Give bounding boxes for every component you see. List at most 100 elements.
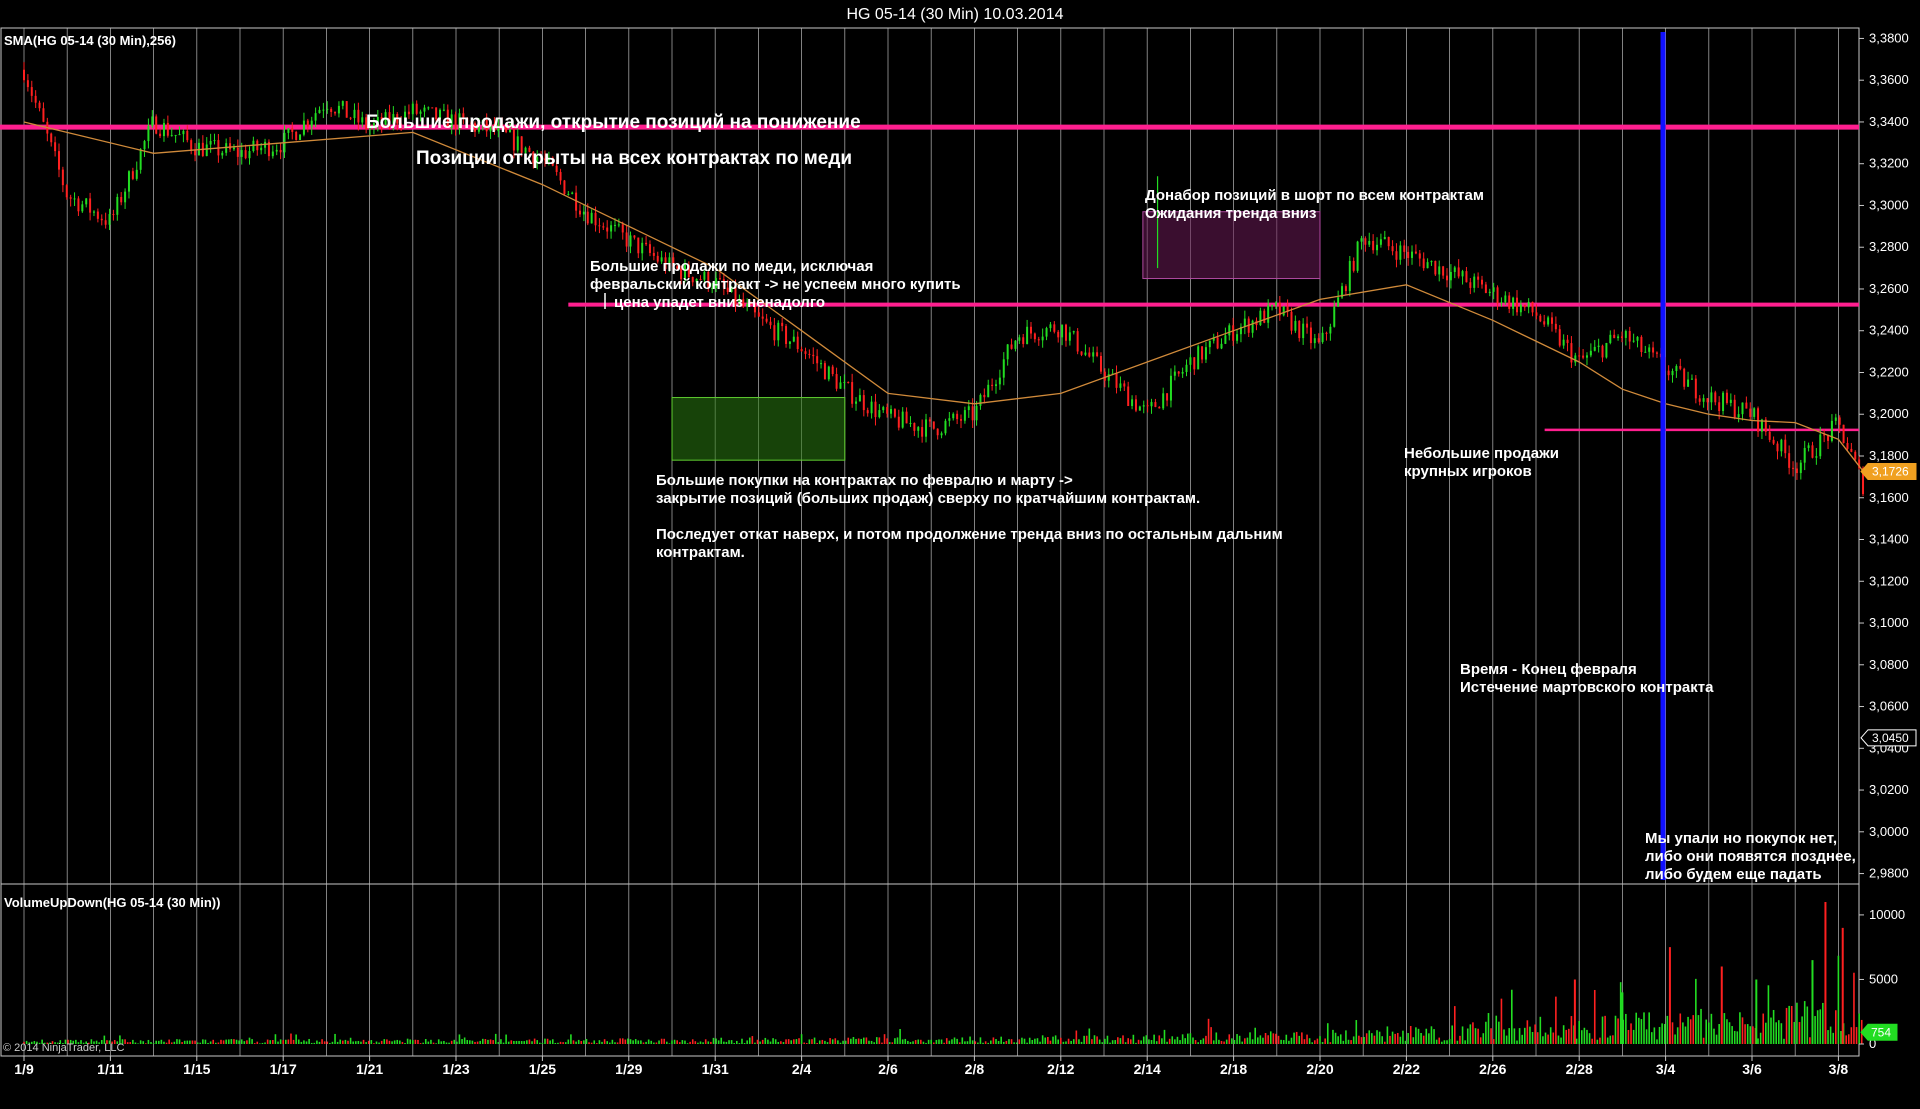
candle-body (1154, 402, 1157, 407)
candle-body (617, 224, 620, 226)
candle-body (948, 418, 951, 421)
candle-body (1811, 445, 1814, 458)
candle-body (143, 141, 146, 150)
candle-body (1772, 439, 1775, 444)
candle-body (162, 122, 165, 137)
candle-body (800, 349, 803, 352)
candle-body (1372, 240, 1375, 251)
candle-body (855, 401, 858, 404)
candle-body (823, 363, 826, 380)
candle-body (1243, 318, 1246, 327)
price-tick-label: 3,1800 (1869, 448, 1909, 463)
time-tick-label: 2/8 (965, 1061, 985, 1077)
candle-body (1628, 331, 1631, 342)
candle-body (1216, 337, 1219, 349)
candle-body (1597, 345, 1600, 347)
candle-body (1197, 346, 1200, 370)
candle-body (1492, 287, 1495, 292)
candle-body (431, 107, 434, 109)
candle-body (1076, 331, 1079, 352)
candle-body (155, 116, 158, 134)
annotation-big-buys-2: закрытие позиций (больших продаж) сверху… (656, 490, 1200, 507)
candle-body (1729, 399, 1732, 403)
candle-body (85, 198, 88, 205)
candle-body (38, 102, 41, 109)
candle-body (1189, 357, 1192, 365)
candle-body (100, 218, 103, 221)
time-tick-label: 3/4 (1656, 1061, 1676, 1077)
candle-body (843, 381, 846, 383)
candle-body (1356, 241, 1359, 271)
candle-body (1718, 402, 1721, 411)
candle-body (987, 384, 990, 398)
candle-body (1041, 336, 1044, 341)
candle-body (112, 214, 115, 216)
candle-body (1434, 260, 1437, 275)
candle-body (1099, 355, 1102, 372)
candle-body (1473, 276, 1476, 288)
candle-body (1500, 302, 1503, 304)
candle-body (1329, 326, 1332, 334)
price-tick-label: 3,1400 (1869, 532, 1909, 547)
price-tick-label: 3,0800 (1869, 657, 1909, 672)
candle-body (1531, 301, 1534, 313)
price-tick-label: 3,3400 (1869, 114, 1909, 129)
price-tick-label: 3,1000 (1869, 615, 1909, 630)
candle-body (1803, 447, 1806, 463)
candle-body (1605, 342, 1608, 358)
candle-body (178, 134, 181, 136)
time-tick-label: 2/26 (1479, 1061, 1506, 1077)
price-tick-label: 3,2200 (1869, 364, 1909, 379)
candle-body (1387, 236, 1390, 247)
candle-body (1690, 378, 1693, 380)
candle-body (186, 130, 189, 141)
candle-body (182, 130, 185, 135)
candle-body (1609, 334, 1612, 343)
candle-body (116, 196, 119, 215)
time-tick-label: 1/29 (615, 1061, 642, 1077)
candle-body (159, 133, 162, 137)
candle-body (291, 128, 294, 132)
candle-body (221, 152, 224, 156)
candle-body (804, 351, 807, 354)
candle-body (1127, 386, 1130, 407)
price-tick-label: 2,9800 (1869, 866, 1909, 881)
candle-body (1201, 346, 1204, 360)
candle-body (769, 321, 772, 326)
candle-body (26, 80, 29, 88)
candle-body (1768, 431, 1771, 440)
candle-body (893, 409, 896, 417)
candle-body (1535, 312, 1538, 316)
price-tick-label: 3,2400 (1869, 323, 1909, 338)
candle-body (1321, 332, 1324, 343)
candle-body (213, 140, 216, 142)
candle-body (1722, 392, 1725, 411)
price-tick-label: 3,0600 (1869, 699, 1909, 714)
candle-body (205, 144, 208, 157)
candle-body (1624, 331, 1627, 338)
candle-body (645, 242, 648, 245)
candle-body (299, 134, 302, 140)
candle-body (1391, 246, 1394, 252)
annotation-copper-sales-1: Большие продажи по меди, исключая (590, 258, 873, 275)
candle-body (808, 353, 811, 355)
candle-body (991, 384, 994, 386)
candle-body (956, 413, 959, 420)
candle-body (30, 87, 33, 96)
candle-body (1753, 408, 1756, 417)
candle-body (1418, 253, 1421, 259)
candle-body (1585, 355, 1588, 358)
candle-body (96, 211, 99, 219)
chart-canvas[interactable]: HG 05-14 (30 Min) 10.03.2014 3,3800 3,360… (0, 0, 1920, 1109)
candle-body (287, 128, 290, 133)
candle-body (1379, 239, 1382, 245)
candle-body (1259, 310, 1262, 326)
candle-body (1045, 328, 1048, 337)
candle-body (897, 416, 900, 428)
candle-body (42, 108, 45, 122)
time-tick-label: 1/17 (270, 1061, 297, 1077)
candle-body (1679, 366, 1682, 369)
candle-body (1006, 344, 1009, 360)
candle-body (423, 107, 426, 112)
candle-body (1496, 287, 1499, 304)
